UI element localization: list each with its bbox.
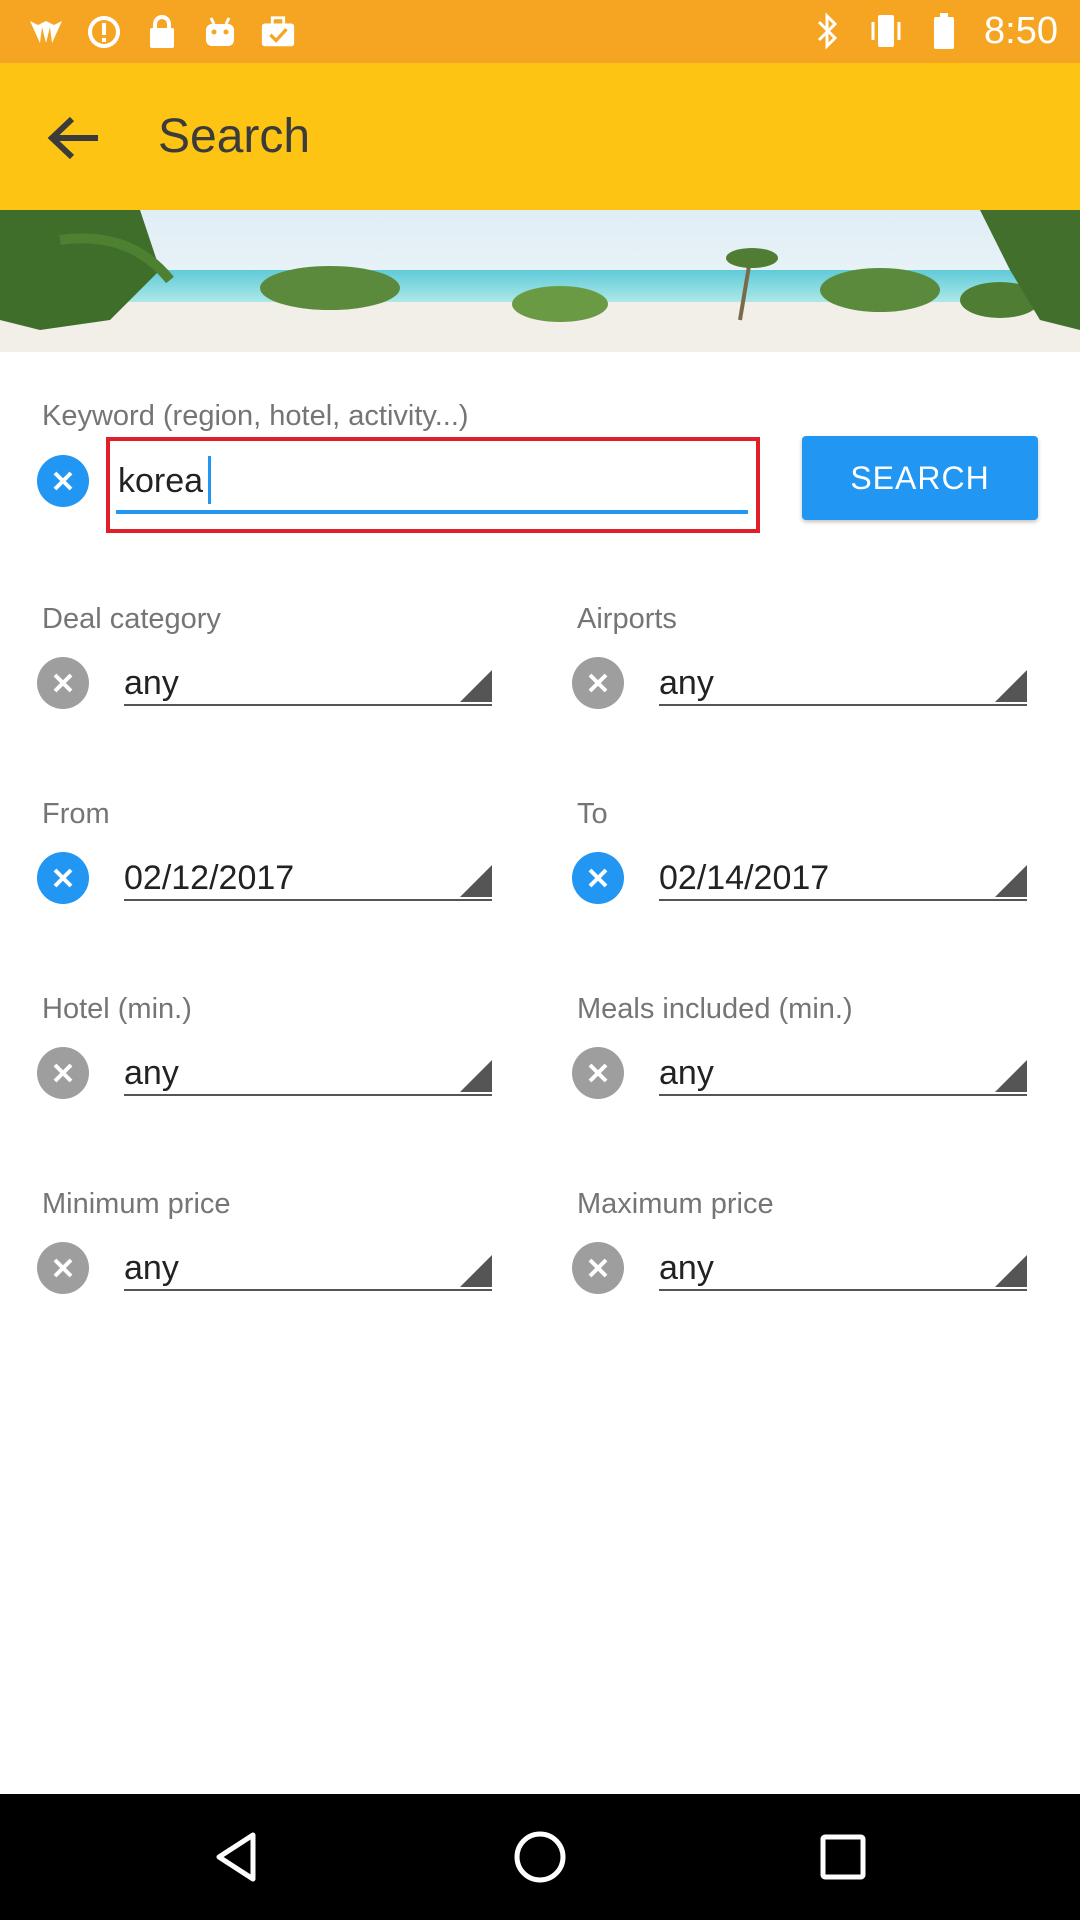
from-date-select[interactable]: 02/12/2017 [124, 855, 492, 901]
to-date-value: 02/14/2017 [659, 859, 830, 897]
text-cursor [208, 456, 211, 504]
airports-value: any [659, 664, 714, 702]
lock-icon [144, 14, 180, 50]
hotel-min-label: Hotel (min.) [42, 993, 192, 1025]
briefcase-check-icon [260, 14, 296, 50]
dropdown-triangle-icon [460, 865, 492, 897]
clear-minimum-price-button[interactable] [37, 1242, 89, 1294]
clear-deal-category-button[interactable] [37, 657, 89, 709]
from-date-value: 02/12/2017 [124, 859, 295, 897]
beach-banner-image [0, 210, 1080, 352]
keyword-label: Keyword (region, hotel, activity...) [42, 400, 469, 432]
minimum-price-select[interactable]: any [124, 1245, 492, 1291]
dropdown-triangle-icon [995, 1255, 1027, 1287]
deal-category-value: any [124, 664, 179, 702]
dropdown-triangle-icon [460, 1255, 492, 1287]
airports-label: Airports [577, 603, 677, 635]
close-icon [588, 1258, 608, 1278]
deal-category-select[interactable]: any [124, 660, 492, 706]
clear-to-date-button[interactable] [572, 852, 624, 904]
close-icon [588, 673, 608, 693]
minimum-price-value: any [124, 1249, 179, 1287]
dropdown-triangle-icon [995, 670, 1027, 702]
navigation-bar [0, 1794, 1080, 1920]
status-icons-right: 8:50 [810, 12, 1058, 50]
dropdown-triangle-icon [995, 865, 1027, 897]
status-icons-left [28, 14, 296, 50]
dropdown-triangle-icon [460, 1060, 492, 1092]
search-button[interactable]: SEARCH [802, 436, 1038, 520]
dropdown-triangle-icon [995, 1060, 1027, 1092]
clear-from-date-button[interactable] [37, 852, 89, 904]
back-button[interactable] [30, 103, 116, 173]
dropdown-triangle-icon [460, 670, 492, 702]
meals-included-value: any [659, 1054, 714, 1092]
meals-included-label: Meals included (min.) [577, 993, 853, 1025]
android-icon [202, 14, 238, 50]
close-icon [53, 1063, 73, 1083]
page-title: Search [158, 110, 311, 163]
close-icon [53, 673, 73, 693]
to-date-select[interactable]: 02/14/2017 [659, 855, 1027, 901]
close-icon [588, 868, 608, 888]
nav-home-button[interactable] [510, 1827, 570, 1887]
nav-back-button[interactable] [206, 1827, 266, 1887]
from-label: From [42, 798, 110, 830]
clear-maximum-price-button[interactable] [572, 1242, 624, 1294]
clear-meals-included-button[interactable] [572, 1047, 624, 1099]
status-bar: 8:50 [0, 0, 1080, 63]
triangle-back-icon [216, 1832, 256, 1882]
close-icon [53, 1258, 73, 1278]
circle-home-icon [514, 1831, 566, 1883]
bluetooth-icon [810, 12, 846, 50]
maximum-price-label: Maximum price [577, 1188, 774, 1220]
clear-keyword-button[interactable] [37, 455, 89, 507]
battery-icon [926, 13, 962, 49]
vibrate-icon [868, 13, 904, 49]
maximum-price-select[interactable]: any [659, 1245, 1027, 1291]
app-notification-icon [28, 14, 64, 50]
deal-category-label: Deal category [42, 603, 221, 635]
maximum-price-value: any [659, 1249, 714, 1287]
status-time: 8:50 [984, 10, 1058, 52]
clear-airports-button[interactable] [572, 657, 624, 709]
alert-circle-icon [86, 14, 122, 50]
app-bar: Search [0, 63, 1080, 210]
arrow-left-icon [47, 116, 98, 160]
close-icon [588, 1063, 608, 1083]
hotel-min-select[interactable]: any [124, 1050, 492, 1096]
airports-select[interactable]: any [659, 660, 1027, 706]
meals-included-select[interactable]: any [659, 1050, 1027, 1096]
hotel-min-value: any [124, 1054, 179, 1092]
minimum-price-label: Minimum price [42, 1188, 231, 1220]
to-label: To [577, 798, 608, 830]
clear-hotel-min-button[interactable] [37, 1047, 89, 1099]
square-recents-icon [820, 1834, 866, 1880]
close-icon [53, 471, 73, 491]
close-icon [53, 868, 73, 888]
nav-recents-button[interactable] [813, 1827, 873, 1887]
